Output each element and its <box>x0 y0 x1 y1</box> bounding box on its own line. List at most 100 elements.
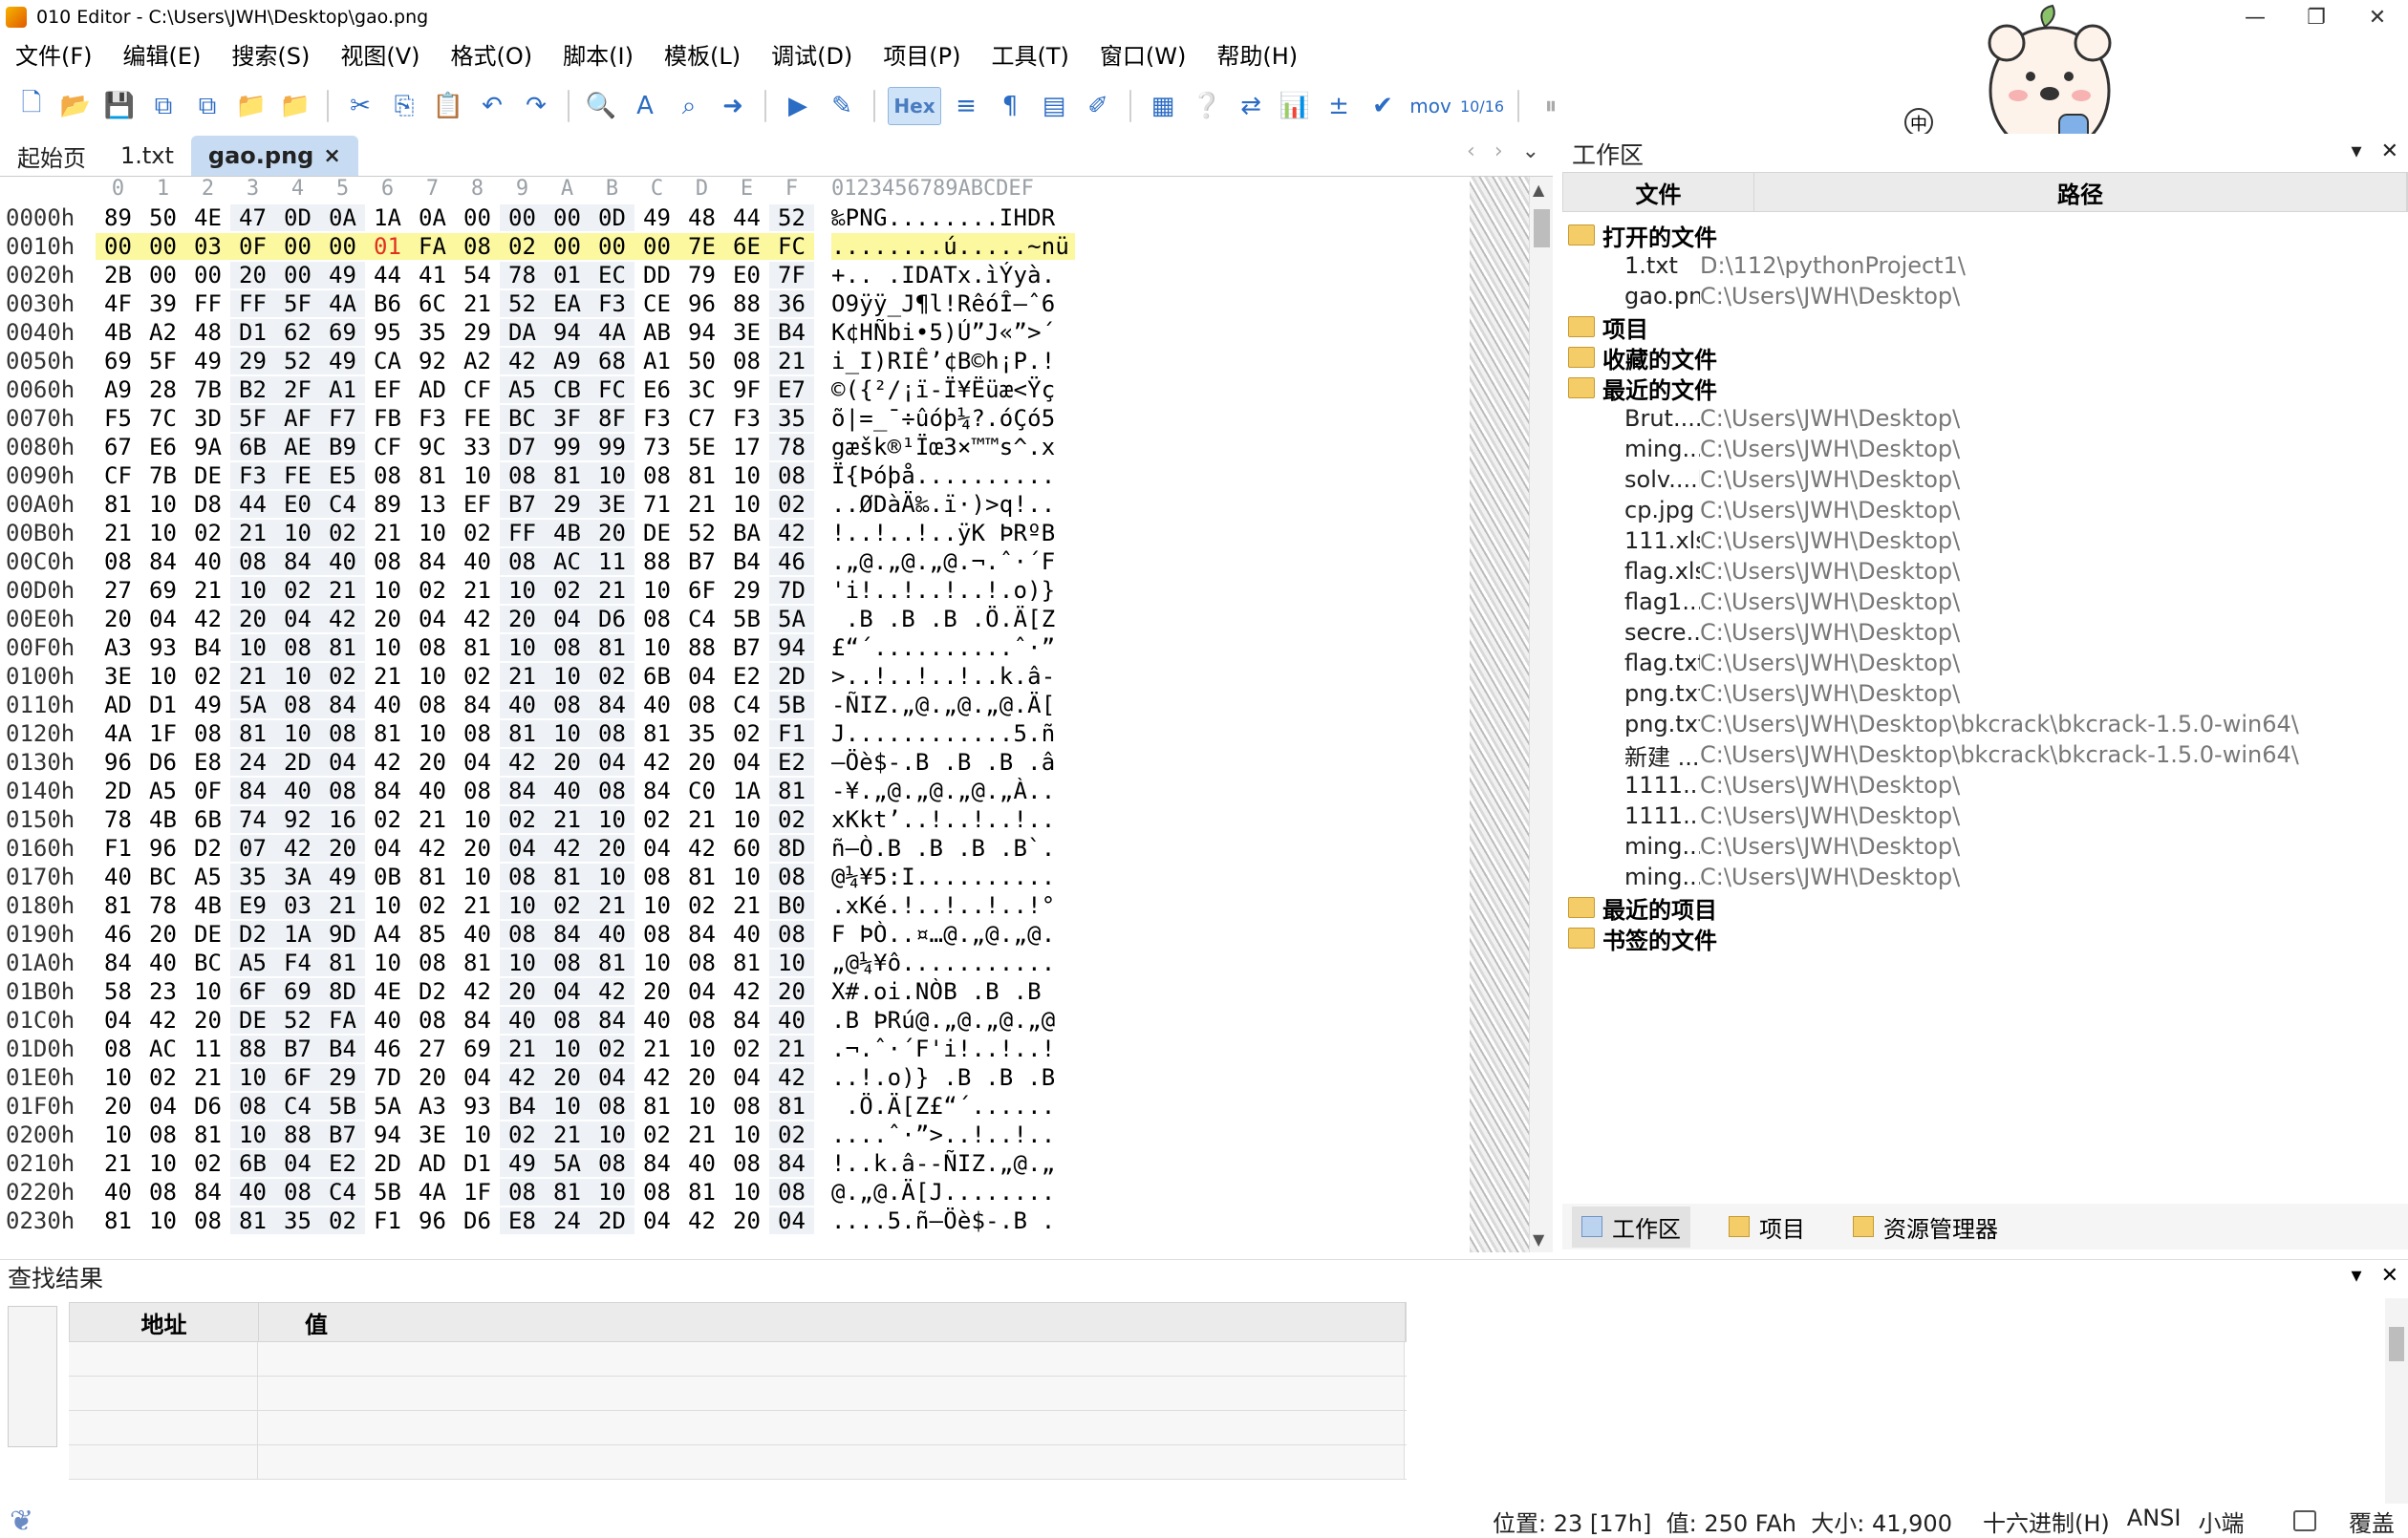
row-ascii[interactable]: .¬.ˆ·´F'i!..!..! <box>831 1036 1075 1062</box>
hex-byte[interactable]: FC <box>769 233 814 260</box>
hex-byte[interactable]: 40 <box>275 778 320 804</box>
hex-byte[interactable]: D1 <box>455 1150 500 1177</box>
row-bytes[interactable]: 78 4B 6B 74 92 16 02 21 10 02 21 10 02 21 10 02 <box>96 806 814 833</box>
hex-byte[interactable]: FC <box>590 376 634 403</box>
hex-row[interactable]: 0080h 67 E6 9A 6B AE B9 CF 9C 33 D7 99 99 73 5E 17 78 gæš… <box>0 433 1075 461</box>
hex-byte[interactable]: 10 <box>724 806 769 833</box>
hex-byte[interactable]: 21 <box>724 892 769 919</box>
hex-byte[interactable]: 08 <box>545 634 590 661</box>
status-endian[interactable]: 小端 <box>2198 1505 2244 1538</box>
hex-byte[interactable]: 6F <box>230 978 275 1005</box>
hex-byte[interactable]: 84 <box>230 778 275 804</box>
row-ascii[interactable]: i_I)RIÊ’¢B©h¡P.! <box>831 348 1075 374</box>
hex-byte[interactable]: 40 <box>185 548 230 575</box>
hex-byte[interactable]: E0 <box>275 491 320 518</box>
hex-byte[interactable]: F1 <box>96 835 140 862</box>
hex-byte[interactable]: 08 <box>500 1179 545 1206</box>
hex-byte[interactable]: 81 <box>634 720 679 747</box>
row-ascii[interactable]: ©({²/¡ï-Ï¥Ëüæ<Ÿç <box>831 376 1075 403</box>
hex-byte[interactable]: E6 <box>634 376 679 403</box>
hex-byte[interactable]: 20 <box>724 1207 769 1234</box>
tab-prev-icon[interactable]: ‹ <box>1467 139 1475 163</box>
hex-byte[interactable]: 49 <box>185 348 230 374</box>
row-ascii[interactable]: -¥.„@.„@.„@.„À.. <box>831 778 1075 804</box>
hex-byte[interactable]: 1F <box>140 720 185 747</box>
hex-byte[interactable]: 21 <box>455 290 500 317</box>
hex-byte[interactable]: 0B <box>365 864 410 890</box>
hex-byte[interactable]: 40 <box>455 548 500 575</box>
row-ascii[interactable]: @.„@.Ä[J........ <box>831 1179 1075 1206</box>
hex-byte[interactable]: DA <box>500 319 545 346</box>
hex-byte[interactable]: 94 <box>545 319 590 346</box>
hex-byte[interactable]: 20 <box>230 262 275 288</box>
hex-byte[interactable]: 92 <box>275 806 320 833</box>
hex-byte[interactable]: 40 <box>679 1150 724 1177</box>
hex-byte[interactable]: 4A <box>96 720 140 747</box>
hex-byte[interactable]: 84 <box>724 1007 769 1034</box>
hex-byte[interactable]: 21 <box>679 1121 724 1148</box>
hex-byte[interactable]: 02 <box>185 520 230 546</box>
hex-byte[interactable]: 47 <box>230 204 275 231</box>
hex-byte[interactable]: AC <box>545 548 590 575</box>
hex-byte[interactable]: 81 <box>679 864 724 890</box>
hex-byte[interactable]: 02 <box>679 892 724 919</box>
hex-byte[interactable]: 02 <box>365 806 410 833</box>
hex-byte[interactable]: 7D <box>365 1064 410 1091</box>
hex-byte[interactable]: 96 <box>96 749 140 776</box>
hex-byte[interactable]: 08 <box>500 921 545 948</box>
new-file-icon[interactable]: 🗋 <box>12 87 51 125</box>
hex-byte[interactable]: 21 <box>185 1064 230 1091</box>
hex-byte[interactable]: 08 <box>410 950 455 976</box>
file-list-item[interactable]: flag.txt C:\Users\JWH\Desktop\ <box>1562 648 2408 678</box>
hex-byte[interactable]: 6B <box>230 434 275 460</box>
paste-icon[interactable]: 📋 <box>429 87 467 125</box>
hex-byte[interactable]: 7D <box>769 577 814 604</box>
tab-next-icon[interactable]: › <box>1494 139 1503 163</box>
hex-byte[interactable]: 58 <box>96 978 140 1005</box>
hex-byte[interactable]: C4 <box>275 1093 320 1120</box>
hex-row[interactable]: 0200h 10 08 81 10 88 B7 94 3E 10 02 21 10 02 21 10 02...… <box>0 1121 1075 1149</box>
hex-byte[interactable]: 04 <box>545 978 590 1005</box>
hex-byte[interactable]: 3E <box>410 1121 455 1148</box>
hex-byte[interactable]: 4B <box>545 520 590 546</box>
hex-byte[interactable]: 02 <box>320 1207 365 1234</box>
row-ascii[interactable]: K¢HÑbi•5)Ú”J«”>´ <box>831 319 1075 346</box>
hex-byte[interactable]: 20 <box>545 749 590 776</box>
hex-byte[interactable]: 10 <box>230 577 275 604</box>
hex-byte[interactable]: 02 <box>500 806 545 833</box>
hex-byte[interactable]: 08 <box>320 778 365 804</box>
hex-byte[interactable]: 78 <box>140 892 185 919</box>
hex-byte[interactable]: 88 <box>724 290 769 317</box>
hex-byte[interactable]: 42 <box>679 1207 724 1234</box>
menu-file[interactable]: 文件(F) <box>0 37 108 71</box>
menu-debug[interactable]: 调试(D) <box>756 37 868 71</box>
tree-node-bookmarks[interactable]: 书签的文件 <box>1562 923 2408 954</box>
hex-byte[interactable]: 6F <box>275 1064 320 1091</box>
hex-byte[interactable]: 02 <box>500 233 545 260</box>
file-list-item[interactable]: png.txt C:\Users\JWH\Desktop\bkcrack\bkcr… <box>1562 709 2408 739</box>
hex-byte[interactable]: 44 <box>724 204 769 231</box>
hex-byte[interactable]: 81 <box>230 1207 275 1234</box>
hex-byte[interactable]: 02 <box>140 1064 185 1091</box>
row-ascii[interactable]: £“´..........ˆ·” <box>831 634 1075 661</box>
find-in-files-icon[interactable]: ⌕ <box>670 87 708 125</box>
hex-byte[interactable]: 21 <box>545 806 590 833</box>
row-bytes[interactable]: 84 40 BC A5 F4 81 10 08 81 10 08 81 10 08 81 10 <box>96 950 814 976</box>
panel-close-icon[interactable]: ✕ <box>2381 139 2398 163</box>
row-bytes[interactable]: 81 10 D8 44 E0 C4 89 13 EF B7 29 3E 71 21 10 02 <box>96 491 814 518</box>
file-list-item[interactable]: png.txt C:\Users\JWH\Desktop\ <box>1562 678 2408 709</box>
hex-byte[interactable]: 0A <box>320 204 365 231</box>
hex-byte[interactable]: 81 <box>230 720 275 747</box>
hex-byte[interactable]: 81 <box>320 634 365 661</box>
hex-row[interactable]: 0210h 21 10 02 6B 04 E2 2D AD D1 49 5A 08 84 40 08 84!..… <box>0 1149 1075 1178</box>
hex-byte[interactable]: 35 <box>275 1207 320 1234</box>
hex-byte[interactable]: B7 <box>724 634 769 661</box>
hex-byte[interactable]: 81 <box>545 1179 590 1206</box>
row-ascii[interactable]: >..!..!..!..k.â- <box>831 663 1075 690</box>
row-bytes[interactable]: 21 10 02 21 10 02 21 10 02 FF 4B 20 DE 52 BA 42 <box>96 520 814 546</box>
hex-byte[interactable]: A4 <box>365 921 410 948</box>
hex-byte[interactable]: 35 <box>679 720 724 747</box>
hex-byte[interactable]: 27 <box>410 1036 455 1062</box>
hex-byte[interactable]: 00 <box>140 233 185 260</box>
hex-row[interactable]: 0120h 4A 1F 08 81 10 08 81 10 08 81 10 08 81 35 02 F1 J..… <box>0 719 1075 748</box>
